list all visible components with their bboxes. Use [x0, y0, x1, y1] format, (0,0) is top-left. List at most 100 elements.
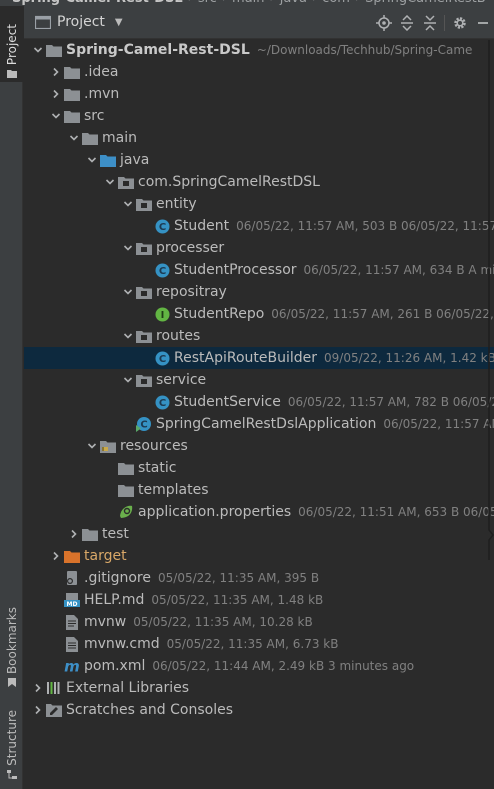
tree-item-label: pom.xml [84, 658, 146, 674]
vertical-scrollbar[interactable] [485, 40, 494, 560]
project-tree[interactable]: Spring-Camel-Rest-DSL ~/Downloads/Techhub… [24, 39, 494, 789]
collapse-all-button[interactable] [419, 12, 441, 34]
chevron-down-icon[interactable] [30, 39, 46, 61]
tree-item-meta: 06/05/22, 11:51 AM, 653 B 06/05, [298, 505, 494, 519]
chevron-down-icon[interactable] [120, 281, 136, 303]
source-folder-icon [100, 152, 116, 168]
tree-row[interactable]: External Libraries [24, 677, 494, 699]
tree-item-meta: 09/05/22, 11:26 AM, 1.42 kB [324, 351, 494, 365]
tree-row[interactable]: C StudentProcessor 06/05/22, 11:57 AM, 634… [24, 259, 494, 281]
tree-row[interactable]: target [24, 545, 494, 567]
tree-row[interactable]: C RestApiRouteBuilder 09/05/22, 11:26 AM, … [24, 347, 494, 369]
tree-row[interactable]: repositray [24, 281, 494, 303]
tree-item-label: main [102, 130, 137, 146]
chevron-right-icon[interactable] [66, 523, 82, 545]
java-class-icon: C [154, 262, 170, 278]
collapse-all-icon [424, 14, 436, 31]
package-icon [136, 196, 152, 212]
chevron-down-icon[interactable] [120, 369, 136, 391]
svg-text:I: I [160, 310, 164, 321]
tree-item-label: src [84, 108, 105, 124]
java-class-icon: C [154, 350, 170, 366]
tree-item-meta: 06/05/22, 11:57 AM, 261 B 06/05/22, 1 [271, 307, 494, 321]
chevron-right-icon[interactable] [30, 677, 46, 699]
tree-row[interactable]: java [24, 149, 494, 171]
folder-icon [118, 460, 134, 476]
libraries-icon [46, 680, 62, 696]
chevron-down-icon[interactable] [48, 105, 64, 127]
locate-icon [376, 14, 392, 31]
tree-item-label: SpringCamelRestDslApplication [156, 416, 377, 432]
tree-item-meta: 06/05/22, 11:44 AM, 2.49 kB 3 minutes ag… [152, 659, 415, 673]
tree-item-label: Student [174, 218, 230, 234]
tree-item-label: entity [156, 196, 197, 212]
tree-row[interactable]: static [24, 457, 494, 479]
tree-item-label: Scratches and Consoles [66, 702, 233, 718]
settings-button[interactable] [449, 12, 471, 34]
tree-item-label: service [156, 372, 207, 388]
tree-item-label: mvnw.cmd [84, 636, 160, 652]
text-file-icon [64, 614, 80, 630]
package-icon [136, 372, 152, 388]
tree-item-label: External Libraries [66, 680, 189, 696]
tree-row[interactable]: Scratches and Consoles [24, 699, 494, 721]
chevron-down-icon[interactable] [84, 435, 100, 457]
tree-row[interactable]: m pom.xml 06/05/22, 11:44 AM, 2.49 kB 3 mi… [24, 655, 494, 677]
hide-button[interactable] [472, 12, 494, 34]
tree-row[interactable]: .gitignore 05/05/22, 11:35 AM, 395 B [24, 567, 494, 589]
tree-row[interactable]: templates [24, 479, 494, 501]
chevron-right-icon[interactable] [48, 83, 64, 105]
tree-row[interactable]: mvnw 05/05/22, 11:35 AM, 10.28 kB [24, 611, 494, 633]
bookmarks-tool-tab[interactable]: Bookmarks [0, 601, 23, 691]
tree-row[interactable]: C Student 06/05/22, 11:57 AM, 503 B 06/05/… [24, 215, 494, 237]
folder-icon [64, 86, 80, 102]
svg-text:C: C [158, 222, 165, 233]
tree-arrow-placeholder [138, 347, 154, 369]
hide-icon [478, 21, 488, 24]
tree-row[interactable]: mvnw.cmd 05/05/22, 11:35 AM, 6.73 kB [24, 633, 494, 655]
tree-row[interactable]: .idea [24, 61, 494, 83]
chevron-right-icon[interactable] [30, 699, 46, 721]
structure-tool-tab[interactable]: Structure [0, 703, 23, 783]
package-icon [136, 284, 152, 300]
project-tool-tab[interactable]: Project [0, 6, 23, 82]
tree-item-label: repositray [156, 284, 227, 300]
tree-row[interactable]: I StudentRepo 06/05/22, 11:57 AM, 261 B 06… [24, 303, 494, 325]
tree-arrow-placeholder [102, 457, 118, 479]
tree-item-label: java [120, 152, 150, 168]
tree-row[interactable]: service [24, 369, 494, 391]
chevron-down-icon[interactable] [66, 127, 82, 149]
tree-row[interactable]: application.properties 06/05/22, 11:51 AM… [24, 501, 494, 523]
chevron-right-icon[interactable] [48, 545, 64, 567]
chevron-down-icon[interactable] [120, 237, 136, 259]
folder-icon [64, 108, 80, 124]
expand-all-button[interactable] [396, 12, 418, 34]
tree-item-label: templates [138, 482, 209, 498]
tree-row[interactable]: processer [24, 237, 494, 259]
tree-row[interactable]: entity [24, 193, 494, 215]
chevron-down-icon[interactable] [102, 171, 118, 193]
tree-row[interactable]: main [24, 127, 494, 149]
tree-row[interactable]: MD HELP.md 05/05/22, 11:35 AM, 1.48 kB [24, 589, 494, 611]
tree-row[interactable]: resources [24, 435, 494, 457]
chevron-down-icon[interactable] [120, 325, 136, 347]
tree-row[interactable]: test [24, 523, 494, 545]
tree-row[interactable]: Spring-Camel-Rest-DSL ~/Downloads/Techhub… [24, 39, 494, 61]
tree-row[interactable]: src [24, 105, 494, 127]
tree-row[interactable]: com.SpringCamelRestDSL [24, 171, 494, 193]
panel-header: Project ▼ [24, 6, 494, 39]
locate-button[interactable] [373, 12, 395, 34]
chevron-right-icon[interactable] [48, 61, 64, 83]
tree-row[interactable]: .mvn [24, 83, 494, 105]
tree-row[interactable]: C SpringCamelRestDslApplication 06/05/22, … [24, 413, 494, 435]
chevron-down-icon[interactable] [120, 193, 136, 215]
folder-icon [82, 130, 98, 146]
tree-row[interactable]: routes [24, 325, 494, 347]
view-selector[interactable]: Project ▼ [35, 14, 123, 30]
bookmarks-tool-tab-label: Bookmarks [4, 606, 19, 674]
tree-arrow-placeholder [138, 391, 154, 413]
tree-row[interactable]: C StudentService 06/05/22, 11:57 AM, 782 B… [24, 391, 494, 413]
tree-item-label: target [84, 548, 127, 564]
chevron-down-icon[interactable] [84, 149, 100, 171]
project-tool-tab-label: Project [4, 23, 19, 65]
